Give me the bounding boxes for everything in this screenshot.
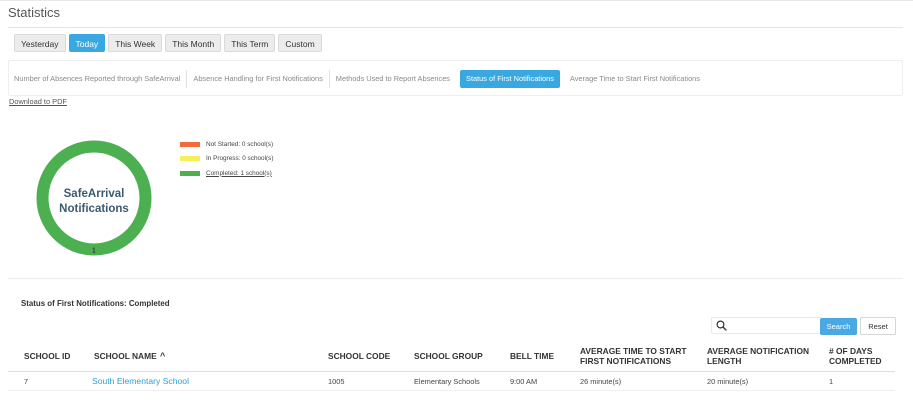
tab-absence-handling[interactable]: Absence Handling for First Notifications xyxy=(186,70,328,88)
legend-label-completed: Completed: 1 school(s) xyxy=(206,169,272,177)
download-pdf-link[interactable]: Download to PDF xyxy=(9,97,67,106)
col-header-days-completed-line2: COMPLETED xyxy=(829,356,882,366)
col-header-average-time[interactable]: AVERAGE TIME TO START FIRST NOTIFICATION… xyxy=(580,346,687,366)
period-custom-button[interactable]: Custom xyxy=(278,34,322,52)
legend-item-in-progress[interactable]: In Progress: 0 school(s) xyxy=(180,152,273,167)
legend-swatch-completed xyxy=(180,170,200,176)
sort-ascending-icon: ^ xyxy=(160,351,166,361)
legend-label-not-started: Not Started: 0 school(s) xyxy=(206,140,274,148)
search-button[interactable]: Search xyxy=(820,318,857,335)
cell-school-code: 1005 xyxy=(328,377,345,386)
table-row-rule xyxy=(8,390,895,391)
cell-bell-time: 9:00 AM xyxy=(510,377,538,386)
chart-legend: Not Started: 0 school(s) In Progress: 0 … xyxy=(180,137,273,181)
cell-school-name-link[interactable]: South Elementary School xyxy=(92,376,189,386)
col-header-average-length[interactable]: AVERAGE NOTIFICATION LENGTH xyxy=(707,346,809,366)
donut-center-label-line2: Notifications xyxy=(59,203,129,215)
donut-data-label: 1 xyxy=(92,246,97,255)
period-this-month-button[interactable]: This Month xyxy=(165,34,222,52)
report-tabs: Number of Absences Reported through Safe… xyxy=(8,70,706,88)
col-header-school-group[interactable]: SCHOOL GROUP xyxy=(414,351,483,361)
tab-methods-used[interactable]: Methods Used to Report Absences xyxy=(328,70,456,88)
legend-swatch-not-started xyxy=(180,141,200,147)
cell-average-time: 26 minute(s) xyxy=(580,377,622,386)
col-header-school-id[interactable]: SCHOOL ID xyxy=(24,351,70,361)
col-header-days-completed-line1: # OF DAYS xyxy=(829,346,873,356)
col-header-bell-time-label: BELL TIME xyxy=(510,351,555,361)
table-title: Status of First Notifications: Completed xyxy=(21,299,170,308)
col-header-average-length-line1: AVERAGE NOTIFICATION xyxy=(707,346,810,356)
donut-center-label-line1: SafeArrival xyxy=(64,188,125,200)
cell-school-id: 7 xyxy=(24,377,29,386)
donut-chart: SafeArrival Notifications 1 xyxy=(36,140,152,256)
legend-label-in-progress: In Progress: 0 school(s) xyxy=(206,155,274,163)
col-header-average-time-line1: AVERAGE TIME TO START xyxy=(580,346,687,356)
cell-average-length: 20 minute(s) xyxy=(707,377,749,386)
search-input[interactable] xyxy=(731,319,821,332)
search-box xyxy=(711,317,823,334)
col-header-school-name-label: SCHOOL NAME xyxy=(94,351,157,361)
reset-button[interactable]: Reset xyxy=(860,317,896,335)
cell-school-group: Elementary Schools xyxy=(414,377,480,386)
period-this-week-button[interactable]: This Week xyxy=(108,34,163,52)
legend-item-not-started[interactable]: Not Started: 0 school(s) xyxy=(180,137,273,152)
period-yesterday-button[interactable]: Yesterday xyxy=(14,34,66,52)
top-rule xyxy=(0,0,913,1)
col-header-school-code[interactable]: SCHOOL CODE xyxy=(328,351,390,361)
title-divider xyxy=(8,27,903,28)
legend-item-completed[interactable]: Completed: 1 school(s) xyxy=(180,166,273,181)
col-header-bell-time[interactable]: BELL TIME xyxy=(510,351,554,361)
cell-days-completed: 1 xyxy=(829,377,834,386)
period-filter-group: Yesterday Today This Week This Month Thi… xyxy=(14,34,322,52)
col-header-school-code-label: SCHOOL CODE xyxy=(328,351,391,361)
table-header-rule xyxy=(8,371,895,372)
tab-average-time[interactable]: Average Time to Start First Notification… xyxy=(564,70,706,88)
page-title: Statistics xyxy=(8,5,61,20)
chart-panel: SafeArrival Notifications 1 Not Started:… xyxy=(8,112,903,278)
legend-swatch-in-progress xyxy=(180,156,200,162)
search-icon xyxy=(716,320,727,331)
tab-absences-reported[interactable]: Number of Absences Reported through Safe… xyxy=(8,70,186,88)
period-today-button[interactable]: Today xyxy=(68,34,106,52)
col-header-average-time-line2: FIRST NOTIFICATIONS xyxy=(580,356,672,366)
col-header-school-name[interactable]: SCHOOL NAME ^ xyxy=(94,351,165,361)
col-header-average-length-line2: LENGTH xyxy=(707,356,742,366)
col-header-school-group-label: SCHOOL GROUP xyxy=(414,351,483,361)
period-this-term-button[interactable]: This Term xyxy=(224,34,276,52)
col-header-days-completed[interactable]: # OF DAYS COMPLETED xyxy=(829,346,882,366)
col-header-school-id-label: SCHOOL ID xyxy=(24,351,71,361)
tab-status-first-notifications[interactable]: Status of First Notifications xyxy=(460,70,560,88)
